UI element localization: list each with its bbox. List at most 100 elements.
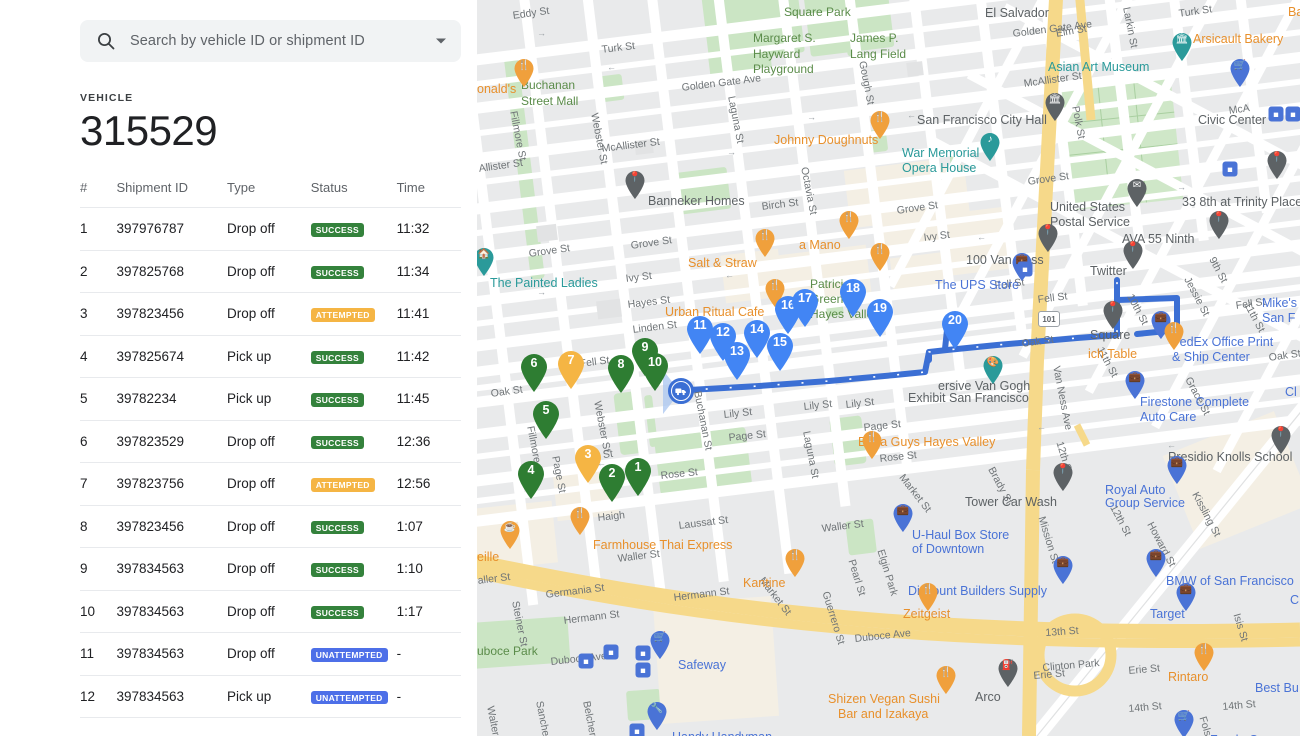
map-stop-pin-19[interactable]: 19 bbox=[865, 298, 895, 338]
map-stop-pin-7[interactable]: 7 bbox=[556, 350, 586, 390]
table-row[interactable]: 11397834563Drop offUNATTEMPTED- bbox=[80, 633, 461, 676]
poi-pin-icon[interactable]: 🍴 bbox=[1193, 642, 1215, 672]
sidebar-panel: VEHICLE 315529 #Shipment IDTypeStatusTim… bbox=[0, 0, 477, 736]
poi-pin-icon[interactable]: 📍 bbox=[1122, 240, 1144, 270]
poi-pin-icon[interactable]: 🏛 bbox=[1171, 32, 1193, 62]
poi-pin-icon[interactable]: 📍 bbox=[1037, 223, 1059, 253]
table-header: #Shipment IDTypeStatusTime bbox=[80, 180, 461, 208]
status-badge: ATTEMPTED bbox=[311, 478, 375, 492]
table-row[interactable]: 3397823456Drop offATTEMPTED11:41 bbox=[80, 293, 461, 336]
table-row[interactable]: 1397976787Drop offSUCCESS11:32 bbox=[80, 208, 461, 251]
poi-pin-icon[interactable]: 🛒 bbox=[649, 630, 671, 660]
transit-square-icon[interactable]: ■ bbox=[1286, 107, 1300, 122]
table-row[interactable]: 2397825768Drop offSUCCESS11:34 bbox=[80, 250, 461, 293]
search-input[interactable] bbox=[130, 33, 421, 49]
poi-pin-icon[interactable]: 📍 bbox=[1052, 462, 1074, 492]
map-stop-pin-4[interactable]: 4 bbox=[516, 460, 546, 500]
poi-pin-icon[interactable]: 🏛 bbox=[1044, 92, 1066, 122]
poi-pin-icon[interactable]: 🍴 bbox=[869, 242, 891, 272]
map-stop-pin-3[interactable]: 3 bbox=[573, 444, 603, 484]
poi-pin-icon[interactable]: 💼 bbox=[1175, 582, 1197, 612]
poi-pin-icon[interactable]: 📍 bbox=[1266, 150, 1288, 180]
map-canvas[interactable]: →← →→ →← ←← →← ←← Eddy StTurk StTurk StE… bbox=[477, 0, 1300, 736]
poi-pin-icon[interactable]: 📍 bbox=[1102, 300, 1124, 330]
shipment-type: Drop off bbox=[227, 463, 311, 506]
map-stop-pin-6[interactable]: 6 bbox=[519, 353, 549, 393]
poi-pin-icon[interactable]: 🏠 bbox=[477, 247, 495, 277]
vehicle-summary: VEHICLE 315529 bbox=[80, 92, 461, 154]
svg-text:←: ← bbox=[1037, 422, 1046, 432]
poi-pin-icon[interactable]: 🔧 bbox=[646, 701, 668, 731]
transit-square-icon[interactable]: ■ bbox=[630, 724, 645, 736]
shipment-id: 397823529 bbox=[116, 420, 227, 463]
poi-pin-icon[interactable]: ♪ bbox=[979, 132, 1001, 162]
table-row[interactable]: 4397825674Pick upSUCCESS11:42 bbox=[80, 335, 461, 378]
transit-square-icon[interactable]: ■ bbox=[636, 646, 651, 661]
poi-pin-icon[interactable]: ☕ bbox=[499, 520, 521, 550]
poi-pin-icon[interactable]: ⛽ bbox=[997, 658, 1019, 688]
poi-pin-icon[interactable]: 💼 bbox=[1052, 555, 1074, 585]
poi-pin-icon[interactable]: 🍴 bbox=[1163, 321, 1185, 351]
poi-pin-icon[interactable]: 🍴 bbox=[917, 582, 939, 612]
table-row[interactable]: 539782234Pick upSUCCESS11:45 bbox=[80, 378, 461, 421]
shipment-time: 12:56 bbox=[397, 463, 461, 506]
poi-pin-icon[interactable]: 🛒 bbox=[1229, 58, 1251, 88]
table-row[interactable]: 9397834563Drop offSUCCESS1:10 bbox=[80, 548, 461, 591]
poi-pin-icon[interactable]: 🍴 bbox=[861, 430, 883, 460]
status-badge: SUCCESS bbox=[311, 266, 364, 280]
table-row[interactable]: 6397823529Drop offSUCCESS12:36 bbox=[80, 420, 461, 463]
poi-pin-icon[interactable]: 🍴 bbox=[935, 665, 957, 695]
status-cell: SUCCESS bbox=[311, 378, 397, 421]
table-row[interactable]: 7397823756Drop offATTEMPTED12:56 bbox=[80, 463, 461, 506]
transit-square-icon[interactable]: ■ bbox=[604, 645, 619, 660]
shipment-time: 1:17 bbox=[397, 590, 461, 633]
map-stop-pin-10[interactable]: 10 bbox=[640, 352, 670, 392]
poi-pin-icon[interactable]: 📍 bbox=[624, 170, 646, 200]
vehicle-location-marker[interactable] bbox=[668, 378, 694, 404]
map-stop-pin-18[interactable]: 18 bbox=[838, 278, 868, 318]
poi-pin-icon[interactable]: 💼 bbox=[1145, 548, 1167, 578]
poi-pin-icon[interactable]: 🍴 bbox=[784, 548, 806, 578]
poi-pin-icon[interactable]: 💼 bbox=[1124, 370, 1146, 400]
table-column-header: # bbox=[80, 180, 116, 208]
poi-pin-icon[interactable]: 🍴 bbox=[754, 228, 776, 258]
poi-pin-icon[interactable]: 💼 bbox=[892, 503, 914, 533]
map-stop-pin-5[interactable]: 5 bbox=[531, 400, 561, 440]
poi-pin-icon[interactable]: 🍴 bbox=[513, 58, 535, 88]
table-row[interactable]: 10397834563Drop offSUCCESS1:17 bbox=[80, 590, 461, 633]
search-bar[interactable] bbox=[80, 20, 461, 62]
poi-pin-icon[interactable]: 🍴 bbox=[838, 210, 860, 240]
transit-square-icon[interactable]: ■ bbox=[636, 663, 651, 678]
table-row[interactable]: 8397823456Drop offSUCCESS1:07 bbox=[80, 505, 461, 548]
row-index: 8 bbox=[80, 505, 116, 548]
table-row[interactable]: 12397834563Pick upUNATTEMPTED- bbox=[80, 675, 461, 718]
map-stop-pin-17[interactable]: 17 bbox=[790, 288, 820, 328]
poi-pin-icon[interactable]: 💼 bbox=[1166, 455, 1188, 485]
table-body: 1397976787Drop offSUCCESS11:322397825768… bbox=[80, 208, 461, 718]
shipment-type: Pick up bbox=[227, 335, 311, 378]
chevron-down-icon[interactable] bbox=[435, 35, 447, 47]
transit-square-icon[interactable]: ■ bbox=[1269, 107, 1284, 122]
transit-square-icon[interactable]: ■ bbox=[579, 654, 594, 669]
shipment-type: Pick up bbox=[227, 378, 311, 421]
poi-pin-icon[interactable]: ✉ bbox=[1126, 178, 1148, 208]
poi-pin-icon[interactable]: 📍 bbox=[1270, 425, 1292, 455]
map-stop-pin-15[interactable]: 15 bbox=[765, 332, 795, 372]
poi-pin-icon[interactable]: 🎨 bbox=[982, 355, 1004, 385]
poi-pin-icon[interactable]: 🍴 bbox=[569, 506, 591, 536]
poi-pin-icon[interactable]: 🛒 bbox=[1173, 709, 1195, 736]
shipment-time: 1:07 bbox=[397, 505, 461, 548]
shipment-type: Drop off bbox=[227, 250, 311, 293]
map-stop-pin-1[interactable]: 1 bbox=[623, 457, 653, 497]
shipment-type: Drop off bbox=[227, 293, 311, 336]
shipment-id: 397823756 bbox=[116, 463, 227, 506]
status-badge: UNATTEMPTED bbox=[311, 648, 388, 662]
shipment-time: 11:41 bbox=[397, 293, 461, 336]
poi-pin-icon[interactable]: 🍴 bbox=[869, 110, 891, 140]
transit-square-icon[interactable]: ■ bbox=[1018, 262, 1033, 277]
row-index: 6 bbox=[80, 420, 116, 463]
svg-text:→: → bbox=[1177, 182, 1186, 192]
poi-pin-icon[interactable]: 📍 bbox=[1208, 210, 1230, 240]
map-stop-pin-20[interactable]: 20 bbox=[940, 310, 970, 350]
transit-square-icon[interactable]: ■ bbox=[1223, 162, 1238, 177]
